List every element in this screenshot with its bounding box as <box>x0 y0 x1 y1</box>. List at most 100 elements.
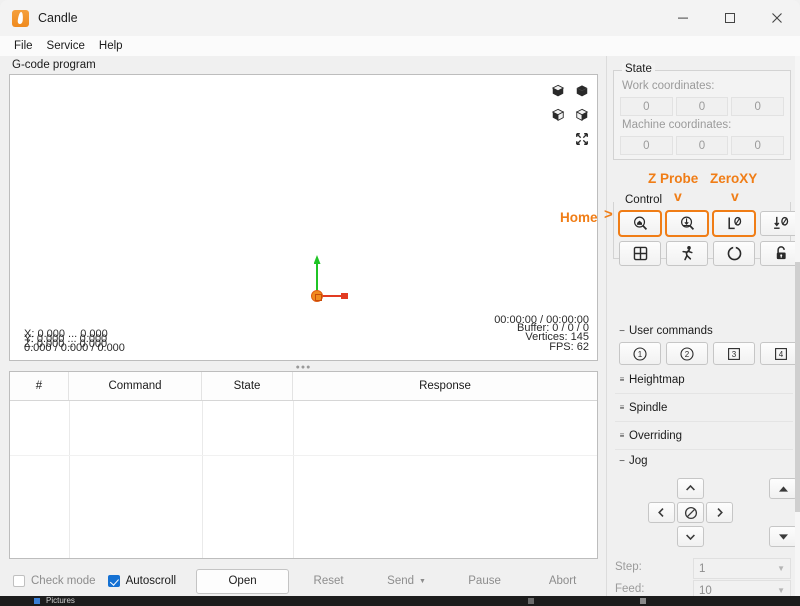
stat-fps: FPS: 62 <box>549 341 589 353</box>
safe-position-button[interactable] <box>666 241 708 266</box>
check-mode-label: Check mode <box>31 575 96 587</box>
menu-help[interactable]: Help <box>92 40 130 52</box>
pause-button[interactable]: Pause <box>446 569 523 594</box>
user-command-1[interactable]: 1 <box>619 342 661 365</box>
work-coordinates-label: Work coordinates: <box>622 80 715 92</box>
panel-scrollbar[interactable] <box>795 56 800 606</box>
jog-x-plus-button[interactable] <box>706 502 733 523</box>
svg-text:4: 4 <box>779 350 784 359</box>
close-icon[interactable] <box>753 0 800 36</box>
home-button[interactable] <box>618 210 662 237</box>
command-table: # Command State Response <box>9 371 598 559</box>
control-group-title: Control <box>622 194 666 206</box>
isometric-view-back-bottom-icon[interactable] <box>571 104 592 125</box>
3d-viewport[interactable]: X: 0.000 ... 0.000 Y: 0.000 ... 0.000 Z:… <box>10 75 597 360</box>
jog-y-plus-button[interactable] <box>677 478 704 499</box>
state-group-title: State <box>622 63 655 75</box>
isometric-view-back-top-icon[interactable] <box>571 80 592 101</box>
open-button[interactable]: Open <box>196 568 290 594</box>
check-mode-box[interactable] <box>13 575 25 587</box>
user-commands-title: User commands <box>629 325 713 337</box>
step-combobox[interactable]: 1 ▼ <box>693 558 791 579</box>
expand-toggle-icon: ≡ <box>619 431 625 440</box>
spindle-section[interactable]: ≡ Spindle <box>615 394 793 422</box>
table-header-state: State <box>202 372 293 400</box>
svg-text:3: 3 <box>732 350 737 359</box>
chevron-down-icon: ▼ <box>777 564 785 573</box>
table-header-response: Response <box>419 380 471 392</box>
panel-scrollbar-thumb[interactable] <box>795 262 800 512</box>
annotation-zero-xy-label: ZeroXY <box>710 171 758 186</box>
taskbar-label: Pictures <box>46 596 75 605</box>
annotation-zero-xy-arrow: v <box>731 188 739 204</box>
maximize-icon[interactable] <box>706 0 753 36</box>
annotation-home-arrow: > <box>604 206 613 223</box>
feed-value: 10 <box>699 584 712 597</box>
gcode-program-label: G-code program <box>12 59 96 71</box>
abort-button[interactable]: Abort <box>524 569 601 594</box>
menu-file[interactable]: File <box>7 40 40 52</box>
table-header-row: # Command State Response <box>10 372 597 401</box>
isometric-view-front-bottom-icon[interactable] <box>547 104 568 125</box>
restore-origin-button[interactable] <box>619 241 661 266</box>
expand-toggle-icon: ≡ <box>619 375 625 384</box>
jog-stop-button[interactable] <box>677 502 704 523</box>
zero-z-button[interactable] <box>760 211 800 236</box>
state-group: State Work coordinates: 0 0 0 Machine co… <box>613 63 791 160</box>
action-buttons: Open Reset Send ▼ Pause Abort <box>196 568 602 594</box>
user-command-4[interactable]: 4 <box>760 342 800 365</box>
send-button-label: Send <box>387 575 415 587</box>
overriding-section[interactable]: ≡ Overriding <box>615 422 793 450</box>
viewport-stats-right: 00:00:00 / 00:00:00 Buffer: 0 / 0 / 0 Ve… <box>369 314 589 354</box>
machine-y-value: 0 <box>675 136 729 155</box>
jog-z-minus-button[interactable] <box>769 526 797 547</box>
flame-icon <box>12 9 29 27</box>
annotation-home-label: Home <box>560 210 598 225</box>
send-button[interactable]: Send ▼ <box>368 569 445 594</box>
viewport-toolbar <box>547 80 592 152</box>
user-commands-section[interactable]: − User commands <box>615 322 793 340</box>
step-label: Step: <box>615 561 642 573</box>
reset-button[interactable]: Reset <box>290 569 367 594</box>
title-bar: Candle <box>0 0 800 36</box>
isometric-view-front-top-icon[interactable] <box>547 80 568 101</box>
menu-service[interactable]: Service <box>40 40 92 52</box>
unlock-button[interactable] <box>760 241 800 266</box>
reset-button[interactable] <box>713 241 755 266</box>
table-body[interactable] <box>10 401 597 558</box>
spindle-title: Spindle <box>629 401 668 414</box>
user-command-2[interactable]: 2 <box>666 342 708 365</box>
work-coordinates-row: 0 0 0 <box>620 97 785 116</box>
zero-xy-button[interactable] <box>712 210 756 237</box>
work-z-value: 0 <box>731 97 785 116</box>
collapse-toggle-icon: − <box>619 455 625 467</box>
fit-to-screen-icon[interactable] <box>571 128 592 149</box>
autoscroll-checkbox[interactable]: Autoscroll <box>107 575 176 587</box>
chevron-down-icon: ▼ <box>777 586 785 595</box>
vertical-splitter[interactable]: ●●● <box>9 363 598 371</box>
check-mode-checkbox[interactable]: Check mode <box>13 575 96 587</box>
expand-toggle-icon: ≡ <box>619 403 625 412</box>
stat-dimensions: 0.000 / 0.000 / 0.000 <box>24 342 125 354</box>
jog-x-minus-button[interactable] <box>648 502 675 523</box>
viewport-stats-left: X: 0.000 ... 0.000 Y: 0.000 ... 0.000 Z:… <box>24 328 264 354</box>
z-probe-button[interactable] <box>665 210 709 237</box>
window-controls <box>659 0 800 36</box>
table-header-number: # <box>10 372 69 400</box>
annotation-z-probe-arrow: v <box>674 188 682 204</box>
jog-z-plus-button[interactable] <box>769 478 797 499</box>
machine-coordinates-row: 0 0 0 <box>620 136 785 155</box>
user-command-buttons: 1 2 3 4 <box>619 342 800 365</box>
svg-text:1: 1 <box>638 350 643 359</box>
work-x-value: 0 <box>620 97 673 116</box>
collapse-toggle-icon: − <box>619 325 625 337</box>
jog-section[interactable]: − Jog <box>615 452 793 470</box>
heightmap-section[interactable]: ≡ Heightmap <box>615 366 793 394</box>
jog-title: Jog <box>629 455 648 467</box>
minimize-icon[interactable] <box>659 0 706 36</box>
right-side-panel: State Work coordinates: 0 0 0 Machine co… <box>606 56 800 606</box>
autoscroll-box[interactable] <box>107 575 120 587</box>
heightmap-title: Heightmap <box>629 373 685 386</box>
jog-y-minus-button[interactable] <box>677 526 704 547</box>
user-command-3[interactable]: 3 <box>713 342 755 365</box>
